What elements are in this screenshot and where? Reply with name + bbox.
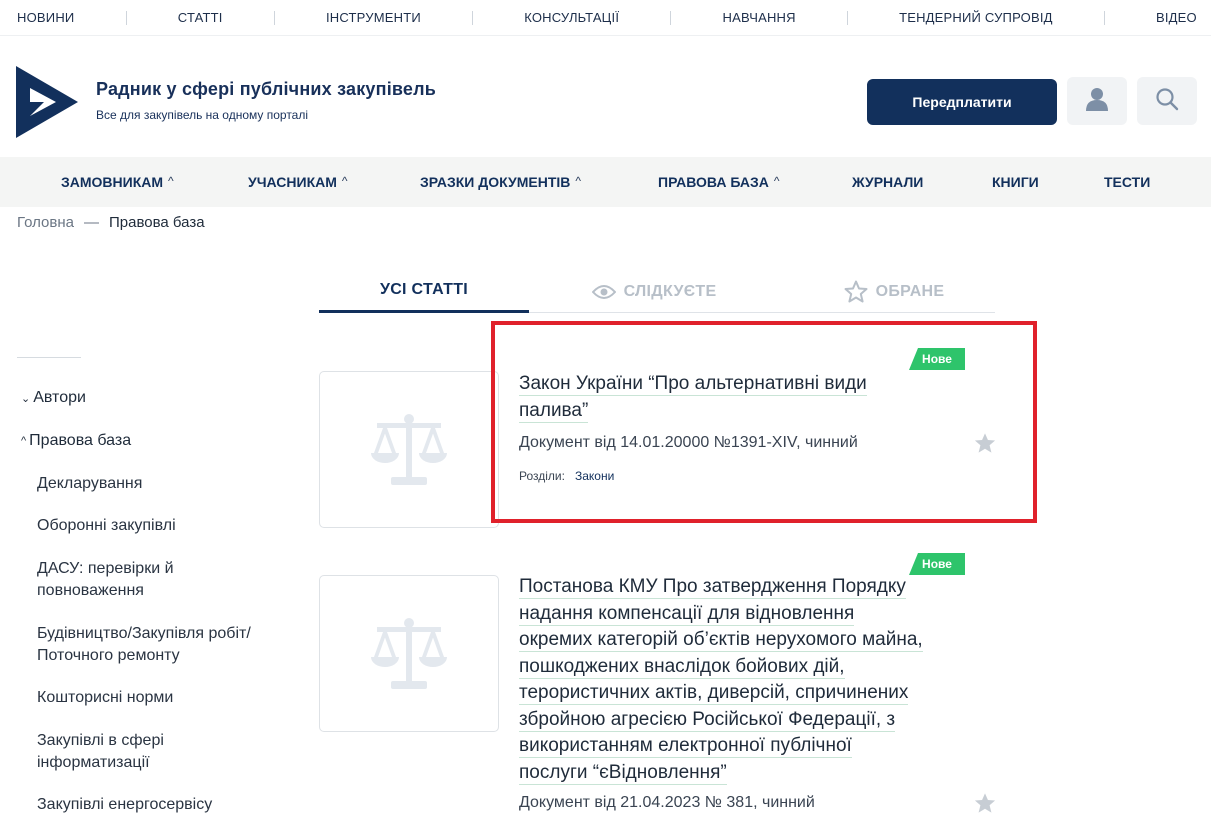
article-title[interactable]: Постанова КМУ Про затвердження Порядку н… [519, 574, 923, 786]
eye-icon [591, 284, 616, 299]
breadcrumb-separator: — [84, 214, 99, 231]
divider [670, 10, 672, 25]
breadcrumb-current: Правова база [109, 214, 205, 231]
sidebar-item-energy-service[interactable]: Закупівлі енергосервісу [37, 794, 297, 816]
article-tabs: УСІ СТАТТІ СЛІДКУЄТЕ ОБРАНЕ [319, 270, 995, 313]
topnav-news[interactable]: НОВИНИ [17, 10, 74, 25]
scales-of-justice-icon [371, 413, 447, 485]
sidebar-item-construction[interactable]: Будівництво/Закупівля робіт/ Поточного р… [37, 623, 297, 667]
sidebar-item-declaration[interactable]: Декларування [37, 473, 297, 495]
chevron-up-icon: ^ [575, 174, 582, 188]
mainnav-participants[interactable]: УЧАСНИКАМ ^ [248, 157, 348, 207]
breadcrumb-home[interactable]: Головна [17, 214, 74, 231]
topnav-tools[interactable]: ІНСТРУМЕНТИ [326, 10, 421, 25]
main-nav: ЗАМОВНИКАМ ^ УЧАСНИКАМ ^ ЗРАЗКИ ДОКУМЕНТІВ… [0, 157, 1211, 207]
sidebar-item-estimate-norms[interactable]: Кошторисні норми [37, 687, 297, 709]
sidebar-item-legal-base[interactable]: ^ Правова база [21, 432, 131, 450]
breadcrumb: Головна — Правова база [17, 214, 205, 231]
site-tagline: Все для закупівель на одному порталі [96, 108, 309, 122]
favorite-star-icon[interactable] [974, 792, 996, 814]
article-meta: Документ від 14.01.20000 №1391-XIV, чинн… [519, 434, 858, 451]
divider [125, 10, 127, 25]
sidebar-item-dasu[interactable]: ДАСУ: перевірки й повноваження [37, 558, 237, 602]
subscribe-button[interactable]: Передплатити [867, 79, 1057, 125]
divider [846, 10, 848, 25]
top-nav: НОВИНИ СТАТТІ ІНСТРУМЕНТИ КОНСУЛЬТАЦІЇ Н… [0, 0, 1211, 36]
search-button[interactable] [1137, 77, 1197, 125]
tab-all-articles[interactable]: УСІ СТАТТІ [319, 270, 529, 313]
new-badge: Нове [909, 553, 965, 575]
tab-favorites[interactable]: ОБРАНЕ [819, 270, 969, 313]
brand-logo-arrow-icon[interactable] [16, 66, 78, 138]
profile-button[interactable] [1067, 77, 1127, 125]
tab-following[interactable]: СЛІДКУЄТЕ [569, 270, 739, 313]
mainnav-legal-base[interactable]: ПРАВОВА БАЗА ^ [658, 157, 780, 207]
topnav-video[interactable]: ВІДЕО [1156, 10, 1197, 25]
sidebar-divider [17, 357, 81, 358]
divider [1103, 10, 1105, 25]
search-icon [1155, 87, 1179, 116]
topnav-training[interactable]: НАВЧАННЯ [722, 10, 795, 25]
topnav-consultations[interactable]: КОНСУЛЬТАЦІЇ [524, 10, 619, 25]
favorite-star-icon[interactable] [974, 432, 996, 454]
topnav-articles[interactable]: СТАТТІ [178, 10, 223, 25]
article-thumbnail[interactable] [319, 575, 499, 732]
article-meta: Документ від 21.04.2023 № 381, чинний [519, 794, 815, 811]
chevron-up-icon: ^ [773, 174, 780, 188]
section-link[interactable]: Закони [575, 469, 614, 483]
mainnav-document-samples[interactable]: ЗРАЗКИ ДОКУМЕНТІВ ^ [420, 157, 581, 207]
sidebar-item-informatization[interactable]: Закупівлі в сфері інформатизації [37, 730, 237, 774]
chevron-down-icon: ⌄ [21, 392, 31, 405]
sidebar-item-authors[interactable]: ⌄ Автори [21, 389, 86, 407]
divider [472, 10, 474, 25]
chevron-up-icon: ^ [341, 174, 348, 188]
article-thumbnail[interactable] [319, 371, 499, 528]
mainnav-books[interactable]: КНИГИ [992, 157, 1039, 207]
sidebar-item-defense-procurement[interactable]: Оборонні закупівлі [37, 515, 297, 537]
star-outline-icon [844, 280, 868, 303]
chevron-up-icon: ^ [21, 435, 27, 447]
divider [273, 10, 275, 25]
scales-of-justice-icon [371, 617, 447, 689]
article-title[interactable]: Закон України “Про альтернативні види па… [519, 371, 867, 424]
article-sections: Розділи: Закони [519, 469, 615, 483]
topnav-tender-support[interactable]: ТЕНДЕРНИЙ СУПРОВІД [899, 10, 1053, 25]
mainnav-journals[interactable]: ЖУРНАЛИ [852, 157, 923, 207]
mainnav-customers[interactable]: ЗАМОВНИКАМ ^ [61, 157, 174, 207]
new-badge: Нове [909, 348, 965, 370]
chevron-up-icon: ^ [168, 174, 174, 188]
mainnav-tests[interactable]: ТЕСТИ [1104, 157, 1150, 207]
site-title[interactable]: Радник у сфері публічних закупівель [96, 79, 436, 100]
user-icon [1086, 87, 1108, 116]
